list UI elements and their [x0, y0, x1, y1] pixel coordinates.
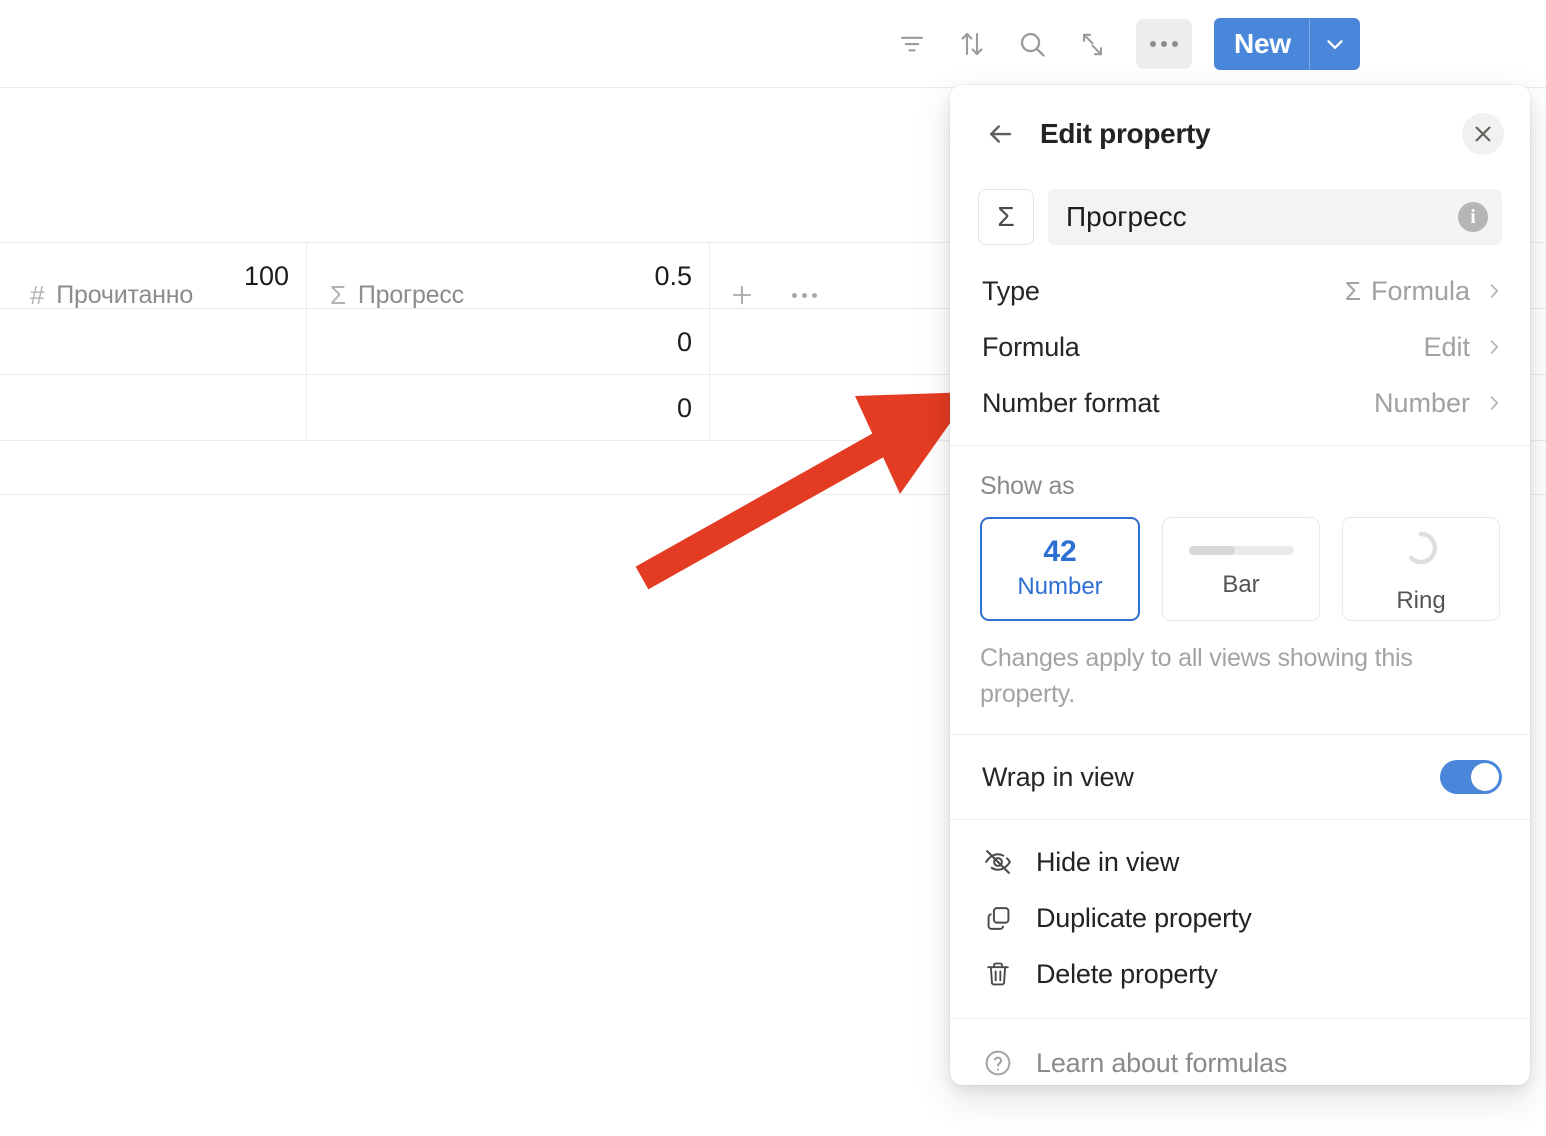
option-key: Type	[982, 275, 1040, 306]
table-cell[interactable]: 0	[307, 375, 709, 441]
menu-item-label: Duplicate property	[1036, 902, 1252, 933]
menu-item-hide-in-view[interactable]: Hide in view	[950, 834, 1530, 890]
table-cell[interactable]: 0	[307, 309, 709, 375]
wrap-in-view-toggle[interactable]	[1440, 760, 1502, 794]
property-name-row: Σ Прогресс i	[950, 189, 1530, 245]
menu-item-label: Learn about formulas	[1036, 1047, 1288, 1078]
option-caption: Number	[1017, 573, 1103, 600]
option-value: Σ Formula	[1345, 276, 1470, 307]
menu-item-duplicate-property[interactable]: Duplicate property	[950, 890, 1530, 946]
duplicate-icon	[982, 904, 1014, 933]
progress-ring-icon	[1401, 528, 1441, 573]
formula-sigma-icon: Σ	[997, 201, 1015, 232]
chevron-right-icon	[1484, 281, 1504, 301]
option-value: Number	[1374, 388, 1470, 419]
option-value: Edit	[1423, 332, 1470, 363]
more-options-icon[interactable]	[1136, 19, 1193, 69]
property-actions-menu: Hide in view Duplicate property Delete p…	[950, 820, 1530, 1018]
option-value-label: Edit	[1423, 331, 1470, 362]
option-caption: Bar	[1222, 570, 1260, 598]
edit-property-panel: Edit property Σ Прогресс i Type Σ Formul…	[950, 85, 1530, 1085]
chevron-down-icon[interactable]	[1310, 18, 1360, 70]
menu-item-label: Delete property	[1036, 958, 1218, 989]
table-cell[interactable]	[0, 375, 306, 441]
arrow-left-icon[interactable]	[982, 116, 1018, 152]
chevron-right-icon	[1484, 337, 1504, 357]
option-key: Formula	[982, 331, 1080, 362]
add-column-button[interactable]	[722, 275, 762, 315]
show-as-label: Show as	[980, 472, 1075, 500]
panel-footer: Learn about formulas	[950, 1019, 1530, 1085]
show-as-note: Changes apply to all views showing this …	[980, 644, 1413, 708]
option-value-label: Formula	[1370, 275, 1470, 306]
question-circle-icon	[982, 1048, 1014, 1078]
ellipsis-glyph	[1150, 41, 1179, 47]
show-as-option-bar[interactable]: Bar	[1162, 517, 1320, 621]
table-row-options-button[interactable]	[784, 275, 824, 315]
property-option-formula[interactable]: Formula Edit	[950, 319, 1530, 375]
property-name-value: Прогресс	[1066, 201, 1187, 232]
property-name-input[interactable]: Прогресс i	[1048, 189, 1502, 245]
formula-sigma-icon: Σ	[1344, 275, 1361, 306]
panel-header: Edit property	[950, 85, 1530, 183]
wrap-in-view-row[interactable]: Wrap in view	[950, 735, 1530, 819]
option-key: Number format	[982, 387, 1160, 418]
show-as-section: Show as 42 Number Bar Ring Changes apply…	[950, 446, 1530, 734]
expand-icon[interactable]	[1070, 22, 1114, 66]
toggle-knob	[1471, 763, 1499, 791]
show-as-option-ring[interactable]: Ring	[1342, 517, 1500, 621]
new-button-label: New	[1234, 28, 1291, 59]
search-icon[interactable]	[1010, 22, 1054, 66]
option-value-label: Number	[1373, 387, 1470, 418]
top-toolbar: New	[0, 0, 1546, 88]
menu-item-delete-property[interactable]: Delete property	[950, 946, 1530, 1002]
eye-off-icon	[982, 847, 1014, 877]
ellipsis-glyph	[791, 292, 817, 298]
chevron-right-icon	[1484, 393, 1504, 413]
trash-icon	[982, 960, 1014, 988]
wrap-in-view-label: Wrap in view	[982, 761, 1134, 792]
info-icon[interactable]: i	[1458, 202, 1488, 232]
property-type-icon-button[interactable]: Σ	[978, 189, 1034, 245]
screen-root: New # Прочитанно Σ Прогресс 100 0.5 0 0 …	[0, 0, 1546, 1136]
table-cell[interactable]	[0, 309, 306, 375]
property-option-type[interactable]: Type Σ Formula	[950, 263, 1530, 319]
property-option-number-format[interactable]: Number format Number	[950, 375, 1530, 431]
column-divider	[709, 242, 710, 440]
panel-title: Edit property	[1040, 118, 1211, 149]
table-cell[interactable]: 100	[0, 243, 306, 309]
progress-bar-icon	[1188, 545, 1294, 555]
new-button[interactable]: New	[1214, 18, 1360, 70]
table-cell[interactable]: 0.5	[307, 243, 709, 309]
filter-icon[interactable]	[890, 22, 934, 66]
show-as-options: 42 Number Bar Ring	[980, 517, 1500, 621]
number-sample: 42	[1043, 535, 1077, 568]
sort-icon[interactable]	[950, 22, 994, 66]
menu-item-label: Hide in view	[1036, 846, 1180, 877]
show-as-option-number[interactable]: 42 Number	[980, 517, 1140, 621]
menu-item-learn-about-formulas[interactable]: Learn about formulas	[950, 1035, 1530, 1085]
close-icon[interactable]	[1462, 113, 1504, 155]
option-caption: Ring	[1396, 586, 1446, 614]
